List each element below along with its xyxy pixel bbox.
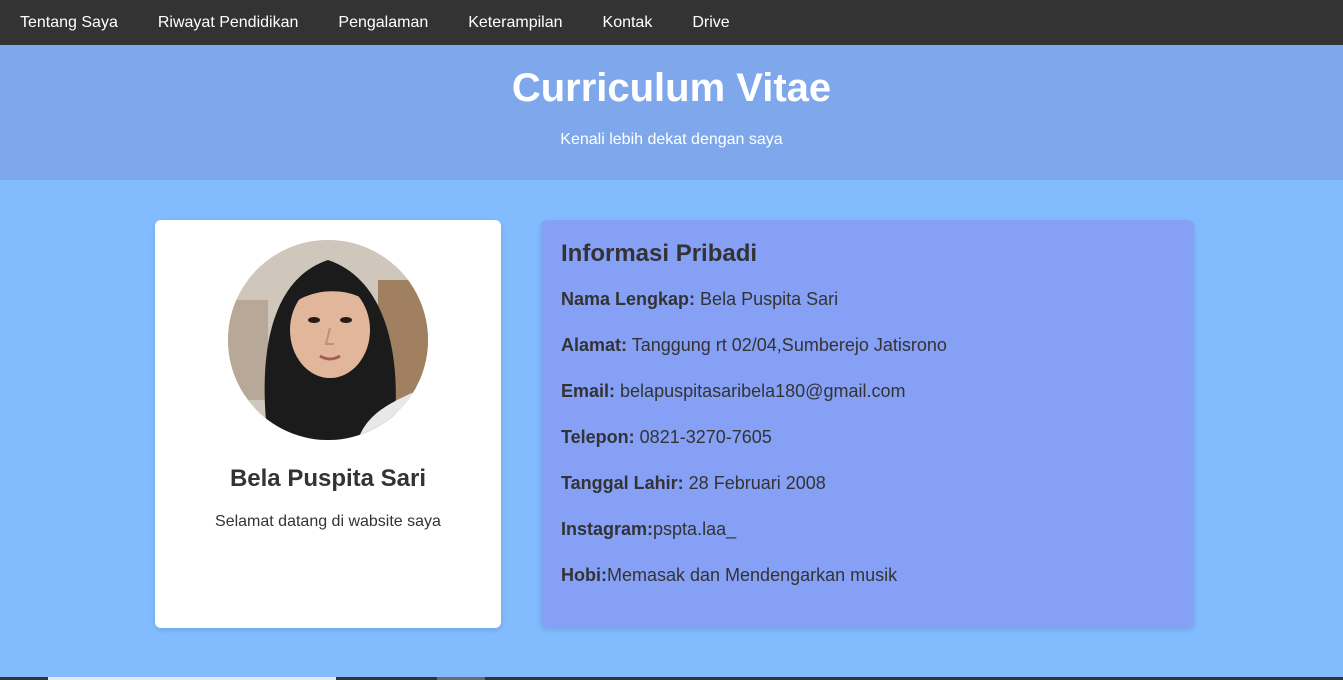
- profile-photo-icon: [228, 240, 428, 440]
- personal-info-card: Informasi Pribadi Nama Lengkap: Bela Pus…: [541, 220, 1194, 628]
- nav-link-riwayat-pendidikan[interactable]: Riwayat Pendidikan: [158, 0, 299, 45]
- nav-link-pengalaman[interactable]: Pengalaman: [338, 0, 428, 45]
- info-label: Telepon:: [561, 427, 635, 447]
- top-navbar: Tentang Saya Riwayat Pendidikan Pengalam…: [0, 0, 1343, 45]
- profile-name: Bela Puspita Sari: [229, 465, 427, 492]
- info-row-nama: Nama Lengkap: Bela Puspita Sari: [561, 286, 1174, 332]
- info-label: Alamat:: [561, 335, 628, 355]
- hero-header: Curriculum Vitae Kenali lebih dekat deng…: [0, 45, 1343, 180]
- page-subtitle: Kenali lebih dekat dengan saya: [560, 131, 783, 148]
- nav-link-drive[interactable]: Drive: [692, 0, 729, 45]
- nav-link-keterampilan[interactable]: Keterampilan: [468, 0, 562, 45]
- info-value: Memasak dan Mendengarkan musik: [606, 565, 898, 585]
- info-heading: Informasi Pribadi: [561, 240, 758, 267]
- page-title: Curriculum Vitae: [511, 66, 832, 110]
- info-row-instagram: Instagram:pspta.laa_: [561, 516, 1174, 562]
- info-row-tanggal-lahir: Tanggal Lahir: 28 Februari 2008: [561, 470, 1174, 516]
- info-row-hobi: Hobi:Memasak dan Mendengarkan musik: [561, 562, 1174, 608]
- profile-card: Bela Puspita Sari Selamat datang di wabs…: [155, 220, 501, 628]
- info-value: 0821-3270-7605: [634, 427, 772, 447]
- info-label: Email:: [561, 381, 616, 401]
- info-row-alamat: Alamat: Tanggung rt 02/04,Sumberejo Jati…: [561, 332, 1174, 378]
- info-row-email: Email: belapuspitasaribela180@gmail.com: [561, 378, 1174, 424]
- nav-link-kontak[interactable]: Kontak: [603, 0, 653, 45]
- info-value: Bela Puspita Sari: [695, 289, 839, 309]
- info-label: Hobi:: [561, 565, 607, 585]
- info-value: belapuspitasaribela180@gmail.com: [615, 381, 906, 401]
- nav-link-tentang-saya[interactable]: Tentang Saya: [20, 0, 118, 45]
- info-value: pspta.laa_: [653, 519, 737, 539]
- main-content: Bela Puspita Sari Selamat datang di wabs…: [0, 180, 1343, 680]
- info-label: Tanggal Lahir:: [561, 473, 684, 493]
- info-value: 28 Februari 2008: [683, 473, 826, 493]
- info-value: Tanggung rt 02/04,Sumberejo Jatisrono: [627, 335, 947, 355]
- info-row-telepon: Telepon: 0821-3270-7605: [561, 424, 1174, 470]
- profile-tagline: Selamat datang di wabsite saya: [215, 513, 441, 530]
- info-label: Nama Lengkap:: [561, 289, 696, 309]
- info-label: Instagram:: [561, 519, 654, 539]
- avatar: [228, 240, 428, 440]
